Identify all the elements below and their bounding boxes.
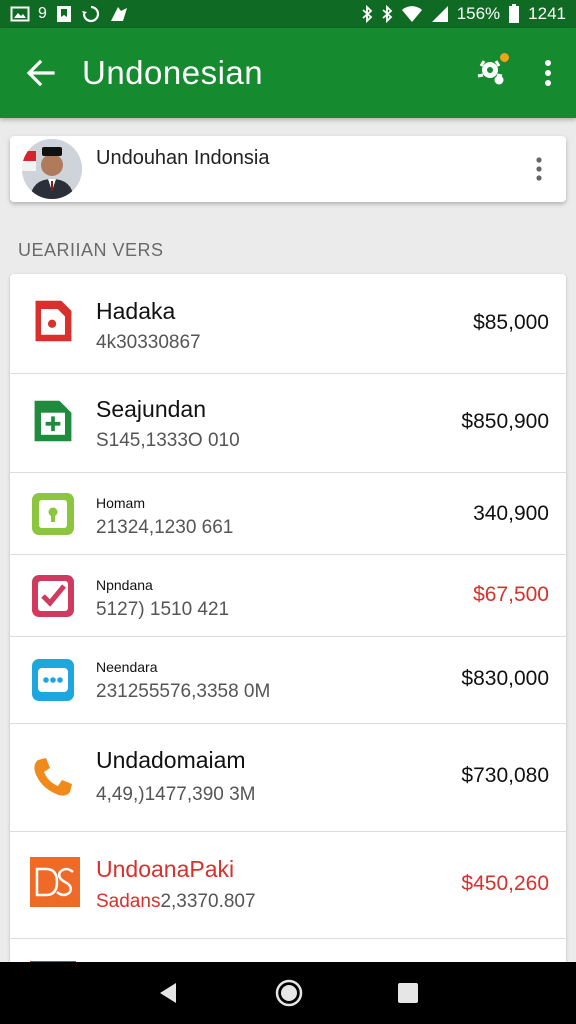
bluetooth-icon-2 (382, 5, 393, 23)
list-item[interactable]: Neendara 231255576,3358 0M $830,000 (10, 637, 566, 724)
magenta-check-icon (32, 575, 74, 617)
avatar (22, 139, 82, 199)
status-bar: 9 156% 1241 (0, 0, 576, 28)
item-amount: $830,000 (461, 667, 549, 690)
item-name: Neendara (96, 659, 158, 675)
blue-chat-icon (32, 659, 74, 701)
list-item[interactable]: Npndana 5127) 1510 421 $67,500 (10, 555, 566, 637)
list-item-partial[interactable] (10, 939, 566, 964)
more-vert-icon (536, 157, 542, 181)
bookmark-notification-icon (56, 6, 71, 22)
list-item-text: Seajundan S145,1333O 010 (96, 396, 240, 452)
item-name: Homam (96, 495, 146, 511)
back-button[interactable] (0, 28, 82, 118)
list-item-text: Npndana 5127) 1510 421 (96, 577, 229, 621)
item-amount: 340,900 (473, 502, 549, 525)
page-title: Undonesian (82, 54, 264, 91)
item-amount: $85,000 (473, 311, 549, 334)
account-name: Undouhan Indonsia (96, 146, 270, 169)
wifi-icon (401, 6, 422, 22)
item-subtitle: 231255576,3358 0M (96, 681, 271, 702)
list-item[interactable]: Seajundan S145,1333O 010 $850,900 (10, 374, 566, 473)
nav-recents-icon[interactable] (397, 982, 419, 1004)
list-item-text: UndoanaPaki Sadans2,3370.807 (96, 856, 256, 913)
signal-icon (431, 6, 448, 22)
item-name: UndoanaPaki (96, 856, 235, 882)
app-bar: Undonesian (0, 28, 576, 118)
lime-lock-icon (32, 493, 74, 535)
battery-percent: 156% (456, 4, 501, 23)
arrow-back-icon (26, 59, 55, 87)
status-right: 156% 1241 (361, 4, 566, 24)
account-menu-button[interactable] (512, 136, 566, 202)
list-item-text: Neendara 231255576,3358 0M (96, 659, 270, 703)
item-subtitle: 2,3370.807 (160, 891, 256, 912)
transaction-list: Hadaka 4k30330867 $85,000 Seajundan S145… (10, 274, 566, 964)
item-name: Hadaka (96, 298, 176, 324)
item-name: Undadomaiam (96, 747, 246, 773)
orange-ds-icon (30, 857, 80, 907)
red-document-icon (35, 300, 72, 342)
list-item[interactable]: Homam 21324,1230 661 340,900 (10, 473, 566, 555)
item-amount: $850,900 (461, 410, 549, 433)
section-header: UEARIIAN VERS (18, 240, 164, 260)
item-name: Npndana (96, 577, 153, 593)
list-item-text: Undadomaiam 4,49,)1477,390 3M (96, 747, 256, 806)
item-subtitle-line: Sadans2,3370.807 (96, 891, 256, 913)
sync-icon (81, 5, 99, 23)
item-subtitle: S145,1333O 010 (96, 430, 240, 451)
shirt-notification-icon (110, 7, 127, 21)
nav-home-icon[interactable] (275, 979, 303, 1007)
item-subtitle: 4,49,)1477,390 3M (96, 784, 256, 805)
green-plus-document-icon (34, 400, 72, 442)
more-vert-icon (545, 60, 551, 86)
bluetooth-icon (362, 5, 373, 23)
item-amount: $730,080 (461, 764, 549, 787)
status-left: 9 (10, 4, 129, 24)
notification-dot (499, 52, 510, 63)
list-item-text: Homam 21324,1230 661 (96, 495, 233, 539)
battery-icon (509, 4, 520, 23)
orange-phone-icon (34, 758, 72, 796)
item-amount: $67,500 (473, 583, 549, 606)
nav-back-icon[interactable] (157, 981, 181, 1005)
account-card[interactable]: Undouhan Indonsia (10, 136, 566, 202)
small-notification-icon: 9 (38, 5, 47, 22)
clock: 1241 (528, 4, 566, 23)
image-notification-icon (10, 6, 30, 22)
list-item[interactable]: Hadaka 4k30330867 $85,000 (10, 274, 566, 374)
list-item[interactable]: Undadomaiam 4,49,)1477,390 3M $730,080 (10, 724, 566, 832)
system-nav-bar (0, 962, 576, 1024)
list-item[interactable]: UndoanaPaki Sadans2,3370.807 $450,260 (10, 832, 566, 939)
overflow-menu-button[interactable] (520, 28, 576, 118)
item-subtitle: 4k30330867 (96, 332, 201, 353)
item-subtitle: 21324,1230 661 (96, 517, 234, 538)
item-subtitle: 5127) 1510 421 (96, 599, 230, 620)
item-amount: $450,260 (461, 872, 549, 895)
list-item-text: Hadaka 4k30330867 (96, 298, 201, 354)
account-settings-button[interactable] (464, 28, 520, 118)
item-subtitle-prefix: Sadans (96, 891, 161, 912)
item-name: Seajundan (96, 396, 206, 422)
